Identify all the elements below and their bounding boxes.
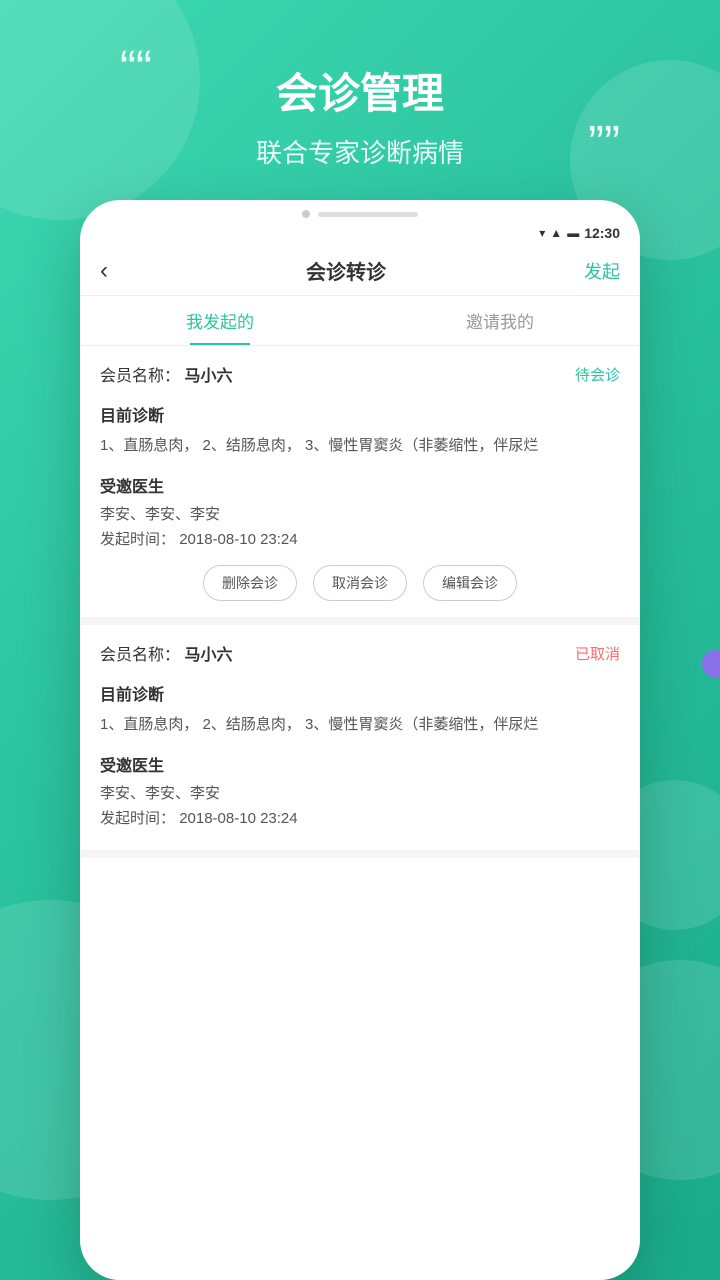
tab-my-initiated[interactable]: 我发起的: [80, 296, 360, 345]
consultation-card-2: 会员名称： 马小六 已取消 目前诊断 1、直肠息肉， 2、结肠息肉， 3、慢性胃…: [80, 625, 640, 858]
status-bar: ▾ ▲ ▬ 12:30: [80, 223, 640, 246]
status-badge-2: 已取消: [575, 643, 620, 664]
doctor-names-1: 李安、李安、李安: [100, 503, 620, 524]
consultation-card-1: 会员名称： 马小六 待会诊 目前诊断 1、直肠息肉， 2、结肠息肉， 3、慢性胃…: [80, 346, 640, 625]
diagnosis-title-1: 目前诊断: [100, 402, 620, 426]
time-label-1: 发起时间： 2018-08-10 23:24: [100, 528, 620, 549]
doctor-section-2: 受邀医生 李安、李安、李安 发起时间： 2018-08-10 23:24: [100, 752, 620, 828]
tab-bar: 我发起的 邀请我的: [80, 296, 640, 346]
quote-right-icon: ””: [588, 120, 620, 168]
tab-invited-me[interactable]: 邀请我的: [360, 296, 640, 345]
wifi-icon: ▾: [539, 226, 545, 240]
page-subtitle: 联合专家诊断病情: [60, 133, 660, 170]
signal-icon: ▲: [550, 226, 562, 240]
diagnosis-content-2: 1、直肠息肉， 2、结肠息肉， 3、慢性胃窦炎（非萎缩性，伴尿烂: [100, 711, 620, 738]
header-area: ““ ”” 会诊管理 联合专家诊断病情: [0, 0, 720, 200]
time-label-2: 发起时间： 2018-08-10 23:24: [100, 807, 620, 828]
edit-consultation-btn[interactable]: 编辑会诊: [423, 565, 517, 601]
card-header-2: 会员名称： 马小六 已取消: [100, 641, 620, 665]
launch-button[interactable]: 发起: [584, 258, 620, 284]
doctor-section-1: 受邀医生 李安、李安、李安 发起时间： 2018-08-10 23:24: [100, 473, 620, 549]
battery-icon: ▬: [567, 226, 579, 240]
phone-mockup: ▾ ▲ ▬ 12:30 ‹ 会诊转诊 发起 我发起的 邀请我的 会员名称： 马小…: [80, 200, 640, 1280]
member-label-2: 会员名称： 马小六: [100, 641, 232, 665]
action-buttons-1: 删除会诊 取消会诊 编辑会诊: [100, 565, 620, 601]
back-button[interactable]: ‹: [100, 257, 108, 285]
nav-title: 会诊转诊: [306, 256, 386, 285]
content-list: 会员名称： 马小六 待会诊 目前诊断 1、直肠息肉， 2、结肠息肉， 3、慢性胃…: [80, 346, 640, 1280]
status-time: 12:30: [584, 225, 620, 241]
notch-camera: [302, 210, 310, 218]
quote-left-icon: ““: [120, 45, 152, 93]
status-badge-1: 待会诊: [575, 364, 620, 385]
delete-consultation-btn[interactable]: 删除会诊: [203, 565, 297, 601]
cancel-consultation-btn[interactable]: 取消会诊: [313, 565, 407, 601]
member-label-1: 会员名称： 马小六: [100, 362, 232, 386]
diagnosis-content-1: 1、直肠息肉， 2、结肠息肉， 3、慢性胃窦炎（非萎缩性，伴尿烂: [100, 432, 620, 459]
purple-decoration: [702, 650, 720, 678]
phone-notch: [80, 200, 640, 223]
card-header-1: 会员名称： 马小六 待会诊: [100, 362, 620, 386]
diagnosis-title-2: 目前诊断: [100, 681, 620, 705]
doctor-title-2: 受邀医生: [100, 752, 620, 776]
doctor-names-2: 李安、李安、李安: [100, 782, 620, 803]
nav-bar: ‹ 会诊转诊 发起: [80, 246, 640, 296]
doctor-title-1: 受邀医生: [100, 473, 620, 497]
notch-bar: [318, 212, 418, 217]
